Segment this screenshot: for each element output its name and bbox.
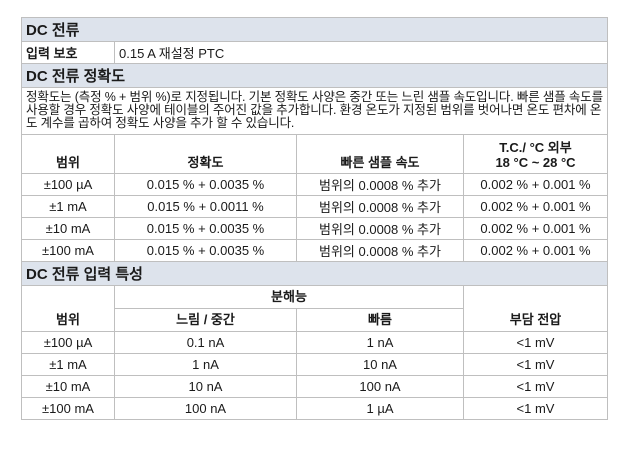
cell-burden: <1 mV [462, 353, 609, 376]
cell-range: ±1 mA [21, 195, 115, 218]
cell-fast: 범위의 0.0008 % 추가 [296, 173, 464, 196]
blank-header-cell [462, 285, 609, 309]
cell-burden: <1 mV [462, 331, 609, 354]
cell-accuracy: 0.015 % + 0.0035 % [114, 173, 297, 196]
cell-accuracy: 0.015 % + 0.0011 % [114, 195, 297, 218]
table-row: ±100 µA 0.015 % + 0.0035 % 범위의 0.0008 % … [21, 173, 609, 196]
blank-header-cell [21, 285, 115, 309]
cell-accuracy: 0.015 % + 0.0035 % [114, 239, 297, 262]
table-row: ±1 mA 0.015 % + 0.0011 % 범위의 0.0008 % 추가… [21, 195, 609, 218]
cell-range: ±100 mA [21, 397, 115, 420]
cell-tc: 0.002 % + 0.001 % [462, 173, 609, 196]
section-title-input-characteristics: DC 전류 입력 특성 [20, 261, 609, 286]
input-protection-value: 0.15 A 재설정 PTC [114, 41, 608, 64]
col-header-slow-medium: 느림 / 중간 [114, 308, 297, 332]
section-title-accuracy: DC 전류 정확도 [20, 63, 609, 88]
cell-slow: 10 nA [114, 375, 297, 398]
cell-fast: 범위의 0.0008 % 추가 [296, 239, 464, 262]
col-header-fast: 빠름 [296, 308, 464, 332]
cell-slow: 100 nA [114, 397, 297, 420]
input-protection-label: 입력 보호 [21, 41, 115, 64]
spec-sheet: DC 전류 입력 보호 0.15 A 재설정 PTC DC 전류 정확도 정확도… [20, 17, 609, 420]
col-header-accuracy: 정확도 [114, 134, 297, 174]
table-row: ±100 mA 0.015 % + 0.0035 % 범위의 0.0008 % … [21, 239, 609, 262]
col-header-range: 범위 [21, 134, 115, 174]
cell-slow: 1 nA [114, 353, 297, 376]
input-characteristics-table: DC 전류 입력 특성 분해능 범위 느림 / 중간 빠름 부담 전압 ±100… [20, 261, 609, 420]
cell-fast: 1 nA [296, 331, 464, 354]
col-header-fast-rate: 빠른 샘플 속도 [296, 134, 464, 174]
cell-range: ±100 mA [21, 239, 115, 262]
table-row: ±10 mA 0.015 % + 0.0035 % 범위의 0.0008 % 추… [21, 217, 609, 240]
cell-fast: 범위의 0.0008 % 추가 [296, 217, 464, 240]
cell-fast: 범위의 0.0008 % 추가 [296, 195, 464, 218]
cell-range: ±10 mA [21, 375, 115, 398]
table-row: ±1 mA 1 nA 10 nA <1 mV [21, 353, 609, 376]
cell-range: ±1 mA [21, 353, 115, 376]
tc-header-line2: 18 °C ~ 28 °C [495, 155, 576, 170]
cell-fast: 10 nA [296, 353, 464, 376]
col-header-burden-voltage: 부담 전압 [462, 308, 609, 332]
tc-header-line1: T.C./ °C 외부 [499, 140, 572, 155]
cell-range: ±100 µA [21, 173, 115, 196]
table-row: ±100 µA 0.1 nA 1 nA <1 mV [21, 331, 609, 354]
cell-tc: 0.002 % + 0.001 % [462, 195, 609, 218]
cell-slow: 0.1 nA [114, 331, 297, 354]
table-row: ±100 mA 100 nA 1 µA <1 mV [21, 397, 609, 420]
accuracy-table: DC 전류 정확도 정확도는 (측정 % + 범위 %)로 지정됩니다. 기본 … [20, 63, 609, 262]
table-row: ±10 mA 10 nA 100 nA <1 mV [21, 375, 609, 398]
cell-burden: <1 mV [462, 397, 609, 420]
cell-range: ±10 mA [21, 217, 115, 240]
accuracy-description: 정확도는 (측정 % + 범위 %)로 지정됩니다. 기본 정확도 사양은 중간… [20, 87, 609, 135]
section-title-dc-current: DC 전류 [21, 17, 608, 42]
col-header-resolution: 분해능 [114, 285, 464, 309]
col-header-tc: T.C./ °C 외부 18 °C ~ 28 °C [462, 134, 609, 174]
cell-burden: <1 mV [462, 375, 609, 398]
cell-accuracy: 0.015 % + 0.0035 % [114, 217, 297, 240]
dc-current-table: DC 전류 입력 보호 0.15 A 재설정 PTC [21, 17, 608, 64]
cell-fast: 1 µA [296, 397, 464, 420]
cell-range: ±100 µA [21, 331, 115, 354]
cell-fast: 100 nA [296, 375, 464, 398]
col-header-range: 범위 [21, 308, 115, 332]
cell-tc: 0.002 % + 0.001 % [462, 217, 609, 240]
cell-tc: 0.002 % + 0.001 % [462, 239, 609, 262]
